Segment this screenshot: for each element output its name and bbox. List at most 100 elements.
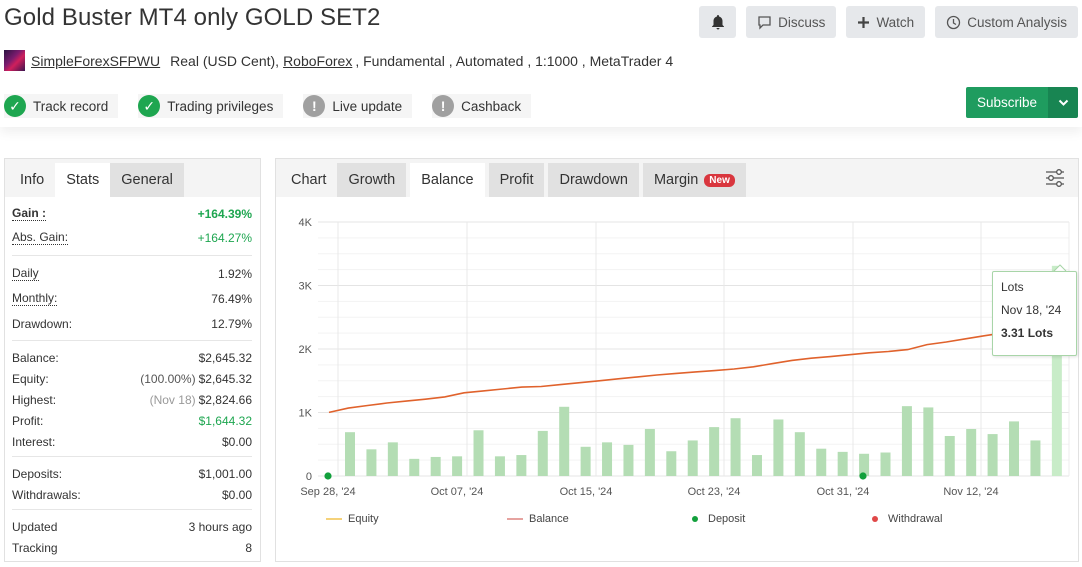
lots-bar bbox=[409, 458, 420, 476]
stat-label[interactable]: Monthly: bbox=[12, 292, 58, 306]
lots-bar bbox=[580, 446, 591, 476]
stat-highest: Highest: (Nov 18) $2,824.66 bbox=[12, 389, 252, 410]
badge-label: Live update bbox=[332, 98, 403, 114]
legend-equity[interactable]: Equity bbox=[326, 513, 379, 525]
tooltip-date: Nov 18, '24 bbox=[1001, 303, 1062, 317]
lots-bar bbox=[987, 434, 998, 476]
legend-balance[interactable]: Balance bbox=[507, 513, 569, 525]
stat-interest: Interest: $0.00 bbox=[12, 431, 252, 452]
account-type: Real (USD Cent), bbox=[170, 52, 280, 69]
lots-bar bbox=[816, 448, 827, 476]
stat-value: $2,645.32 bbox=[198, 371, 252, 386]
stat-label[interactable]: Gain : bbox=[12, 207, 47, 221]
system-meta: SimpleForexSFPWU Real (USD Cent), RoboFo… bbox=[4, 50, 673, 71]
lots-bar bbox=[666, 451, 677, 476]
user-link[interactable]: SimpleForexSFPWU bbox=[31, 53, 160, 69]
tab-stats[interactable]: Stats bbox=[55, 163, 111, 197]
lots-bar bbox=[623, 444, 634, 476]
page-header: Gold Buster MT4 only GOLD SET2 Discuss W… bbox=[0, 0, 1082, 127]
stat-equity: Equity: (100.00%) $2,645.32 bbox=[12, 368, 252, 389]
custom-analysis-label: Custom Analysis bbox=[967, 14, 1067, 30]
chart-tooltip: Lots Nov 18, '24 3.31 Lots bbox=[992, 271, 1077, 356]
x-tick-label: Oct 15, '24 bbox=[560, 486, 613, 498]
lots-bar bbox=[880, 452, 891, 476]
legend-withdrawal[interactable]: Withdrawal bbox=[872, 513, 942, 525]
chart-legend: Equity Balance Deposit Withdrawal bbox=[276, 513, 1080, 531]
stat-prefix: (100.00%) bbox=[140, 371, 196, 386]
broker-link[interactable]: RoboForex bbox=[283, 53, 352, 69]
stat-label[interactable]: Abs. Gain: bbox=[12, 231, 69, 245]
lots-bar bbox=[794, 432, 805, 476]
avatar[interactable] bbox=[4, 50, 25, 71]
y-tick-label: 2K bbox=[299, 344, 313, 356]
lots-bar bbox=[516, 455, 527, 476]
stat-abs-gain: Abs. Gain: +164.27% bbox=[12, 225, 252, 251]
badge-label: Trading privileges bbox=[167, 98, 274, 114]
divider bbox=[12, 255, 252, 256]
watch-button[interactable]: Watch bbox=[846, 6, 926, 38]
legend-label: Withdrawal bbox=[888, 513, 943, 525]
deposit-marker bbox=[859, 472, 867, 480]
chart-panel: Chart Growth Balance Profit Drawdown Mar… bbox=[275, 158, 1079, 562]
badge-live-update: ! Live update bbox=[303, 94, 413, 118]
stat-value: $0.00 bbox=[221, 487, 252, 502]
legend-line-icon bbox=[507, 518, 523, 520]
chart-grid bbox=[318, 221, 1070, 477]
lots-bar bbox=[494, 456, 505, 476]
badge-track-record: ✓ Track record bbox=[4, 94, 119, 118]
stat-label: Drawdown: bbox=[12, 317, 73, 331]
tooltip-title: Lots bbox=[1001, 280, 1024, 294]
stat-value: $1,001.00 bbox=[198, 466, 252, 481]
legend-label: Equity bbox=[348, 513, 379, 525]
discuss-button[interactable]: Discuss bbox=[746, 6, 837, 38]
stat-value: 1.92% bbox=[217, 267, 252, 281]
plus-icon bbox=[858, 16, 870, 28]
stats-list: Gain : +164.39% Abs. Gain: +164.27% Dail… bbox=[5, 203, 260, 558]
stat-value: 3 hours ago bbox=[188, 519, 252, 534]
custom-analysis-button[interactable]: Custom Analysis bbox=[935, 6, 1078, 38]
badge-label: Track record bbox=[33, 98, 109, 114]
stat-label: Updated bbox=[12, 519, 58, 534]
notifications-button[interactable] bbox=[699, 6, 737, 38]
exclamation-icon: ! bbox=[432, 95, 455, 117]
stat-label: Interest: bbox=[12, 434, 56, 449]
stat-balance: Balance: $2,645.32 bbox=[12, 347, 252, 368]
lots-bar bbox=[687, 440, 698, 476]
tab-general[interactable]: General bbox=[110, 163, 184, 197]
chevron-down-icon bbox=[1058, 99, 1068, 106]
stat-value: $0.00 bbox=[221, 434, 252, 449]
x-tick-label: Oct 07, '24 bbox=[431, 486, 484, 498]
legend-label: Deposit bbox=[708, 513, 746, 525]
y-tick-label: 0 bbox=[306, 471, 312, 483]
comment-icon bbox=[758, 15, 771, 30]
check-icon: ✓ bbox=[138, 95, 161, 117]
stat-label: Deposits: bbox=[12, 466, 63, 481]
y-axis: 0 1K 2K 3K 4K bbox=[299, 217, 313, 483]
stat-daily: Daily 1.92% bbox=[12, 262, 252, 286]
stat-value[interactable]: 8 bbox=[245, 541, 252, 555]
stat-tracking: Tracking 8 bbox=[12, 537, 252, 558]
stat-drawdown: Drawdown: 12.79% bbox=[12, 312, 252, 336]
lots-bar bbox=[837, 451, 848, 476]
stat-profit: Profit: $1,644.32 bbox=[12, 410, 252, 431]
legend-deposit[interactable]: Deposit bbox=[692, 513, 745, 525]
exclamation-icon: ! bbox=[303, 95, 326, 117]
stat-label[interactable]: Daily bbox=[12, 267, 39, 281]
y-tick-label: 1K bbox=[299, 408, 313, 420]
tab-info[interactable]: Info bbox=[9, 163, 55, 197]
deposit-marker bbox=[324, 472, 332, 480]
subscribe-button[interactable]: Subscribe bbox=[965, 87, 1048, 118]
lots-bar bbox=[602, 442, 613, 476]
stat-value: +164.27% bbox=[197, 231, 252, 245]
lots-bar bbox=[1030, 440, 1041, 476]
lots-bar bbox=[901, 406, 912, 476]
lots-bar bbox=[923, 407, 934, 476]
lots-bar bbox=[644, 429, 655, 476]
stat-prefix: (Nov 18) bbox=[149, 392, 196, 407]
stat-label: Withdrawals: bbox=[12, 487, 81, 502]
stat-deposits: Deposits: $1,001.00 bbox=[12, 463, 252, 484]
badge-trading-privileges: ✓ Trading privileges bbox=[138, 94, 284, 118]
subscribe-dropdown-button[interactable] bbox=[1048, 87, 1078, 118]
balance-line bbox=[328, 322, 1063, 414]
stat-updated: Updated 3 hours ago bbox=[12, 516, 252, 537]
